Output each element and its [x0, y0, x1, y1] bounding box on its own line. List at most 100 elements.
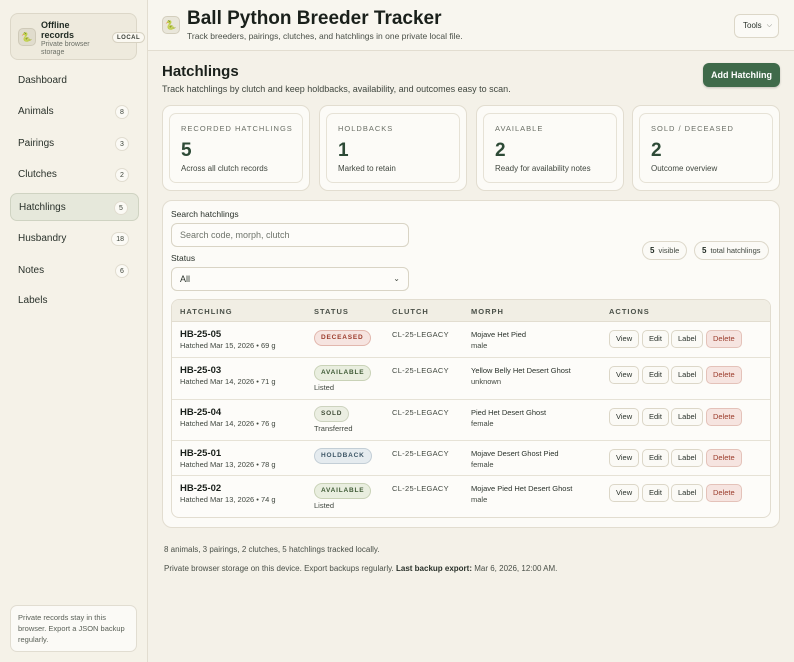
- sidebar-item-label: Labels: [18, 295, 48, 306]
- column-header-morph: MORPH: [471, 307, 504, 316]
- stat-value: 2: [651, 140, 662, 161]
- morph: Mojave Het Pied: [471, 330, 527, 339]
- edit-button[interactable]: Edit: [642, 330, 669, 348]
- chevron-down-icon: ⌄: [393, 274, 400, 283]
- chevron-down-icon: ⌵: [766, 22, 772, 29]
- stat-card-available: AVAILABLE 2 Ready for availability notes: [476, 105, 624, 191]
- tools-label: Tools: [743, 21, 762, 30]
- hatchling-code: HB-25-02: [180, 483, 222, 494]
- view-button[interactable]: View: [609, 330, 640, 348]
- last-backup-label: Last backup export:: [395, 564, 472, 573]
- add-hatchling-button[interactable]: Add Hatchling: [703, 63, 780, 87]
- snake-icon: 🐍: [18, 28, 36, 46]
- column-header-actions: ACTIONS: [609, 307, 650, 316]
- snake-icon: 🐍: [162, 16, 180, 34]
- view-button[interactable]: View: [609, 366, 640, 384]
- clutch-code: CL-25-LEGACY: [392, 449, 449, 458]
- delete-button[interactable]: Delete: [706, 449, 742, 467]
- table-row: HB-25-02 Hatched Mar 13, 2026 • 74 g AVA…: [172, 476, 770, 517]
- sidebar-item-count: 6: [115, 264, 129, 278]
- clutch-code: CL-25-LEGACY: [392, 366, 449, 375]
- sex: male: [471, 495, 488, 504]
- clutch-code: CL-25-LEGACY: [392, 408, 449, 417]
- sidebar-item-hatchlings[interactable]: Hatchlings 5: [10, 193, 139, 221]
- sidebar-item-label: Husbandry: [18, 233, 67, 244]
- sidebar-item-count: 8: [115, 105, 129, 119]
- morph: Yellow Belly Het Desert Ghost: [471, 366, 571, 375]
- sidebar-item-labels[interactable]: Labels: [10, 287, 139, 315]
- label-button[interactable]: Label: [671, 330, 704, 348]
- table-row: HB-25-01 Hatched Mar 13, 2026 • 78 g HOL…: [172, 441, 770, 476]
- stat-description: Ready for availability notes: [495, 164, 591, 173]
- sidebar: 🐍 Offline records Private browser storag…: [0, 0, 148, 662]
- edit-button[interactable]: Edit: [642, 484, 669, 502]
- hatchling-code: HB-25-03: [180, 365, 222, 376]
- hatchlings-table: HATCHLING STATUS CLUTCH MORPH ACTIONS HB…: [171, 299, 771, 518]
- visible-label: visible: [658, 246, 680, 255]
- morph: Mojave Desert Ghost Pied: [471, 449, 559, 458]
- sidebar-item-pairings[interactable]: Pairings 3: [10, 130, 139, 158]
- view-button[interactable]: View: [609, 408, 640, 426]
- page-subtitle: Track hatchlings by clutch and keep hold…: [162, 84, 511, 94]
- stat-description: Outcome overview: [651, 164, 718, 173]
- view-button[interactable]: View: [609, 449, 640, 467]
- sidebar-item-clutches[interactable]: Clutches 2: [10, 161, 139, 189]
- page-title: Hatchlings: [162, 63, 239, 80]
- delete-button[interactable]: Delete: [706, 484, 742, 502]
- hatchling-code: HB-25-05: [180, 329, 222, 340]
- delete-button[interactable]: Delete: [706, 408, 742, 426]
- tools-menu-button[interactable]: Tools ⌵: [734, 14, 779, 38]
- status-badge: SOLD: [314, 406, 350, 422]
- label-button[interactable]: Label: [671, 408, 704, 426]
- column-header-status: STATUS: [314, 307, 349, 316]
- sidebar-item-count: 2: [115, 168, 129, 182]
- storage-text: Private browser storage on this device. …: [164, 564, 394, 573]
- edit-button[interactable]: Edit: [642, 449, 669, 467]
- sidebar-item-label: Hatchlings: [19, 202, 66, 213]
- label-button[interactable]: Label: [671, 366, 704, 384]
- stat-label: SOLD / DECEASED: [651, 124, 734, 133]
- edit-button[interactable]: Edit: [642, 366, 669, 384]
- last-backup-value: Mar 6, 2026, 12:00 AM.: [474, 564, 558, 573]
- status-badge: AVAILABLE: [314, 483, 372, 499]
- sidebar-item-animals[interactable]: Animals 8: [10, 98, 139, 126]
- stat-description: Marked to retain: [338, 164, 396, 173]
- delete-button[interactable]: Delete: [706, 366, 742, 384]
- local-badge: LOCAL: [112, 32, 146, 43]
- sex: female: [471, 419, 494, 428]
- status-note: Transferred: [314, 424, 353, 433]
- stat-card-sold-deceased: SOLD / DECEASED 2 Outcome overview: [632, 105, 780, 191]
- view-button[interactable]: View: [609, 484, 640, 502]
- sidebar-item-husbandry[interactable]: Husbandry 18: [10, 225, 139, 253]
- sidebar-item-count: 3: [115, 137, 129, 151]
- sidebar-item-notes[interactable]: Notes 6: [10, 257, 139, 285]
- status-filter-value: All: [180, 274, 191, 284]
- sex: unknown: [471, 377, 502, 386]
- stat-value: 1: [338, 140, 349, 161]
- visible-count: 5: [650, 246, 655, 255]
- label-button[interactable]: Label: [671, 484, 704, 502]
- stat-value: 5: [181, 140, 192, 161]
- stat-card-recorded: RECORDED HATCHLINGS 5 Across all clutch …: [162, 105, 310, 191]
- stat-label: RECORDED HATCHLINGS: [181, 124, 293, 133]
- sex: male: [471, 341, 488, 350]
- morph: Mojave Pied Het Desert Ghost: [471, 484, 573, 493]
- hatched-info: Hatched Mar 14, 2026 • 76 g: [180, 419, 276, 428]
- edit-button[interactable]: Edit: [642, 408, 669, 426]
- sidebar-item-label: Animals: [18, 106, 54, 117]
- status-filter-select[interactable]: All ⌄: [171, 267, 409, 291]
- label-button[interactable]: Label: [671, 449, 704, 467]
- brand-title: Offline records: [41, 20, 75, 40]
- column-header-hatchling: HATCHLING: [180, 307, 233, 316]
- clutch-code: CL-25-LEGACY: [392, 484, 449, 493]
- top-bar: 🐍 Ball Python Breeder Tracker Track bree…: [148, 0, 794, 51]
- search-label: Search hatchlings: [171, 209, 239, 219]
- table-header: HATCHLING STATUS CLUTCH MORPH ACTIONS: [172, 300, 770, 322]
- sidebar-item-label: Clutches: [18, 169, 57, 180]
- delete-button[interactable]: Delete: [706, 330, 742, 348]
- hatchling-code: HB-25-01: [180, 448, 222, 459]
- search-input[interactable]: [171, 223, 409, 247]
- sidebar-item-dashboard[interactable]: Dashboard: [10, 67, 139, 95]
- app-title: Ball Python Breeder Tracker: [187, 8, 442, 29]
- status-note: Listed: [314, 501, 335, 510]
